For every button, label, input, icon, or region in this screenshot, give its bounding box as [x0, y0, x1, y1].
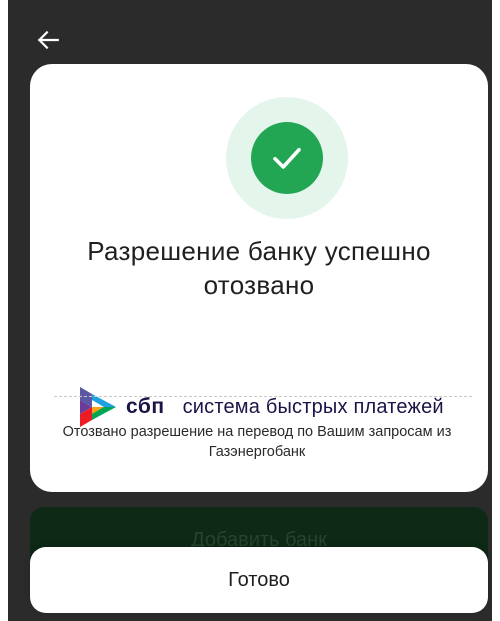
dialog-message: Отозвано разрешение на перевод по Вашим … [62, 424, 452, 460]
arrow-left-icon [37, 30, 59, 50]
sbp-long-label: система быстрых платежей [182, 395, 444, 418]
success-inner [251, 122, 323, 194]
sbp-short-label: сбп [126, 395, 165, 418]
checkmark-icon [273, 147, 301, 169]
done-button[interactable]: Готово [30, 547, 488, 613]
done-label: Готово [228, 568, 290, 591]
screen: Добавить банк Разрешение банку успешно о… [8, 0, 492, 621]
dashed-divider [54, 396, 472, 397]
success-badge [226, 97, 348, 219]
dialog-title: Разрешение банку успешно отозвано [87, 236, 431, 300]
back-button[interactable] [32, 24, 64, 56]
